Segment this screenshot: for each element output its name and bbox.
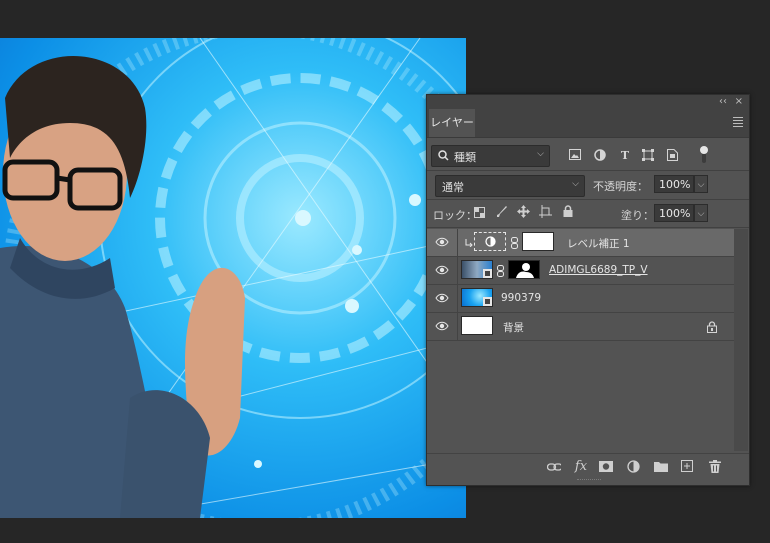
layer-row-portrait[interactable]: ADIMGL6689_TP_V <box>427 257 734 285</box>
filter-toggle[interactable] <box>699 145 709 165</box>
delete-layer-icon[interactable] <box>709 460 723 474</box>
smart-object-badge-icon <box>483 269 492 278</box>
layer-filter-select[interactable]: 種類 ⌵ <box>431 145 550 167</box>
visibility-eye-icon[interactable] <box>435 236 449 248</box>
search-icon <box>438 150 449 161</box>
layer-row-background-image[interactable]: 990379 <box>427 285 734 313</box>
lock-all-icon[interactable] <box>563 205 573 217</box>
collapse-panel-icon[interactable]: ‹‹ <box>719 95 727 109</box>
lock-artboard-icon[interactable] <box>539 205 552 218</box>
panel-resize-grip[interactable] <box>577 479 601 483</box>
layer-name[interactable]: 背景 <box>503 320 524 335</box>
divider <box>427 199 749 200</box>
shape-filter-icon[interactable] <box>641 149 655 163</box>
adjustment-thumbnail[interactable] <box>474 232 506 251</box>
divider <box>427 227 749 228</box>
layer-thumbnail[interactable] <box>461 316 493 335</box>
canvas-artwork <box>0 38 466 518</box>
new-group-icon[interactable] <box>654 460 668 474</box>
lock-label: ロック： <box>433 209 477 222</box>
link-layers-icon[interactable] <box>547 460 561 474</box>
fill-dropdown-button[interactable]: ⌵ <box>694 204 708 222</box>
visibility-eye-icon[interactable] <box>435 264 449 276</box>
layers-bottom-toolbar: fx <box>427 453 749 480</box>
layer-list: レベル補正 1 ADIMGL6689_TP_V 990379 背景 <box>427 229 734 341</box>
lock-icon[interactable] <box>707 321 717 333</box>
new-adjustment-icon[interactable] <box>627 460 641 474</box>
smart-object-thumbnail[interactable] <box>461 260 493 279</box>
opacity-input[interactable]: 100% <box>654 175 694 193</box>
layer-name[interactable]: ADIMGL6689_TP_V <box>549 264 648 276</box>
layer-row-levels[interactable]: レベル補正 1 <box>427 229 734 257</box>
add-mask-icon[interactable] <box>599 460 613 474</box>
new-layer-icon[interactable] <box>681 460 695 474</box>
fx-icon[interactable]: fx <box>574 460 588 474</box>
layer-list-scrollbar[interactable] <box>734 229 748 451</box>
opacity-label: 不透明度： <box>593 180 648 193</box>
close-panel-icon[interactable]: × <box>735 95 743 109</box>
panel-menu-icon[interactable] <box>733 117 743 127</box>
blend-mode-value: 通常 <box>442 181 464 194</box>
fill-input[interactable]: 100% <box>654 204 694 222</box>
chevron-down-icon: ⌵ <box>572 179 579 189</box>
image-filter-icon[interactable] <box>568 149 582 163</box>
chevron-down-icon: ⌵ <box>537 149 544 159</box>
visibility-eye-icon[interactable] <box>435 292 449 304</box>
panel-title-bar: ‹‹ × <box>427 95 749 109</box>
lock-image-pixels-icon[interactable] <box>496 206 508 218</box>
chain-link-icon[interactable] <box>497 265 504 277</box>
smart-object-filter-icon[interactable] <box>665 149 679 163</box>
blend-mode-select[interactable]: 通常 ⌵ <box>435 175 585 197</box>
levels-adjustment-icon <box>485 236 496 247</box>
chain-link-icon[interactable] <box>511 237 518 249</box>
clipping-arrow-icon <box>465 239 473 247</box>
layer-mask-thumbnail[interactable] <box>522 232 554 251</box>
opacity-dropdown-button[interactable]: ⌵ <box>694 175 708 193</box>
smart-object-badge-icon <box>483 297 492 306</box>
lock-transparent-pixels-icon[interactable] <box>474 207 485 218</box>
layer-name[interactable]: 990379 <box>501 292 541 304</box>
layer-name[interactable]: レベル補正 1 <box>567 236 630 251</box>
divider <box>427 170 749 171</box>
layers-panel: ‹‹ × レイヤー 種類 ⌵ T 通常 ⌵ 不透明度： 100% ⌵ ロック： <box>426 94 750 486</box>
tab-layers[interactable]: レイヤー <box>429 109 475 137</box>
filter-kind-label: 種類 <box>454 151 476 164</box>
layer-row-background[interactable]: 背景 <box>427 313 734 341</box>
panel-tab-row: レイヤー <box>427 109 749 138</box>
fill-label: 塗り： <box>621 209 654 222</box>
smart-object-thumbnail[interactable] <box>461 288 493 307</box>
layer-mask-thumbnail[interactable] <box>508 260 540 279</box>
type-filter-icon[interactable]: T <box>618 149 632 163</box>
adjustment-filter-icon[interactable] <box>593 149 607 163</box>
lock-position-icon[interactable] <box>517 205 530 218</box>
document-canvas[interactable] <box>0 38 466 518</box>
visibility-eye-icon[interactable] <box>435 320 449 332</box>
